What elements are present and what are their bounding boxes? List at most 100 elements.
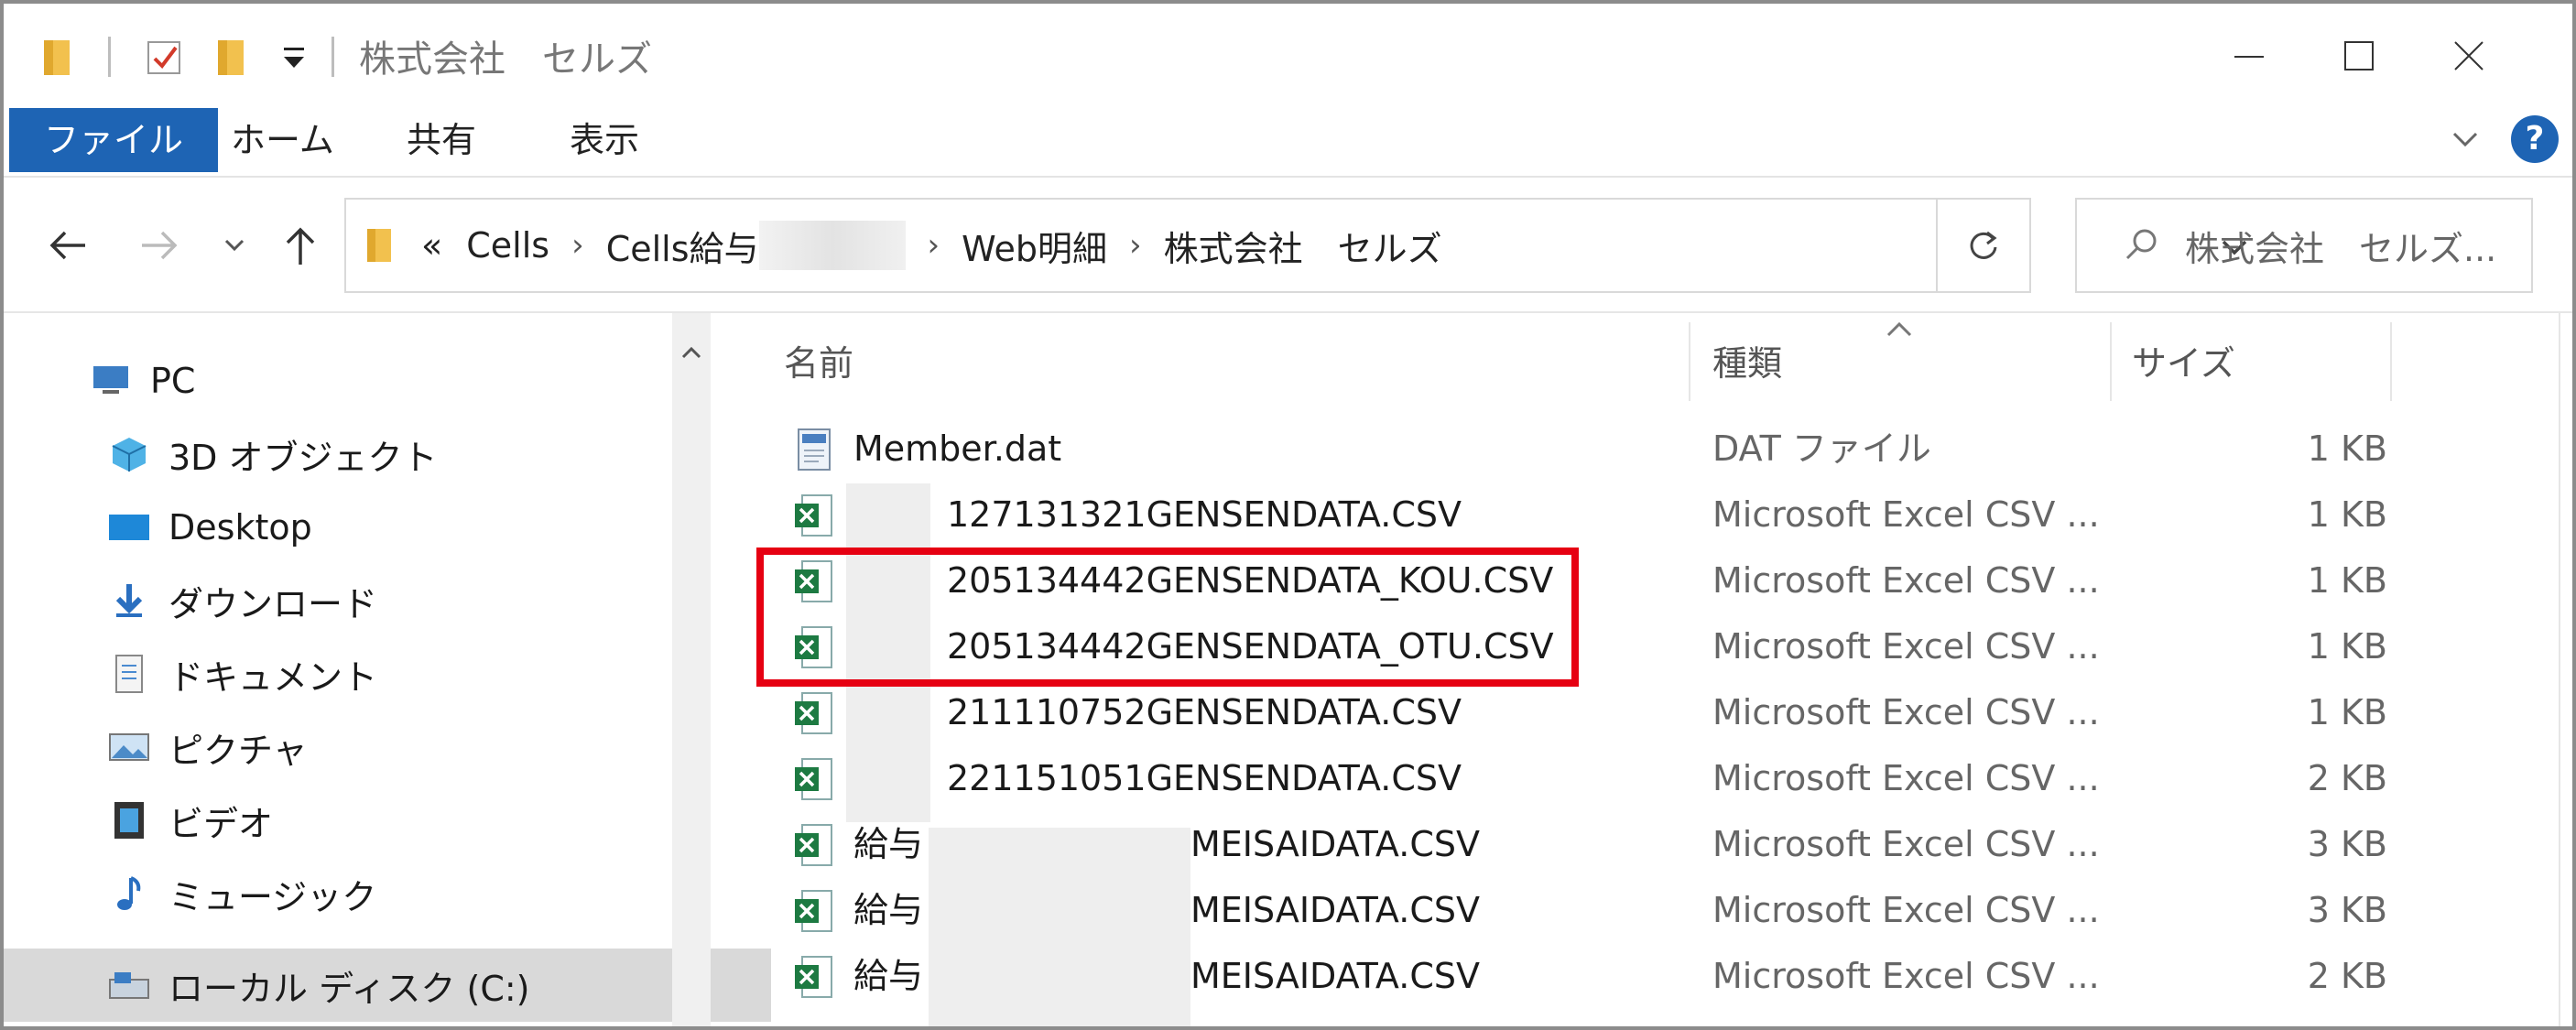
nav-item-desktop[interactable]: Desktop (4, 491, 771, 564)
file-name-suffix: MEISAIDATA.CSV (1190, 890, 1480, 930)
excel-csv-icon (795, 956, 832, 998)
arrow-left-icon (49, 231, 85, 260)
breadcrumb-overflow[interactable]: « (421, 225, 442, 266)
column-header-type[interactable]: 種類 (1712, 313, 1782, 403)
file-size: 1 KB (2307, 560, 2387, 601)
file-name: 211110752GENSENDATA.CSV (947, 692, 1462, 732)
excel-csv-icon (795, 692, 832, 734)
dat-file-icon (798, 428, 831, 471)
breadcrumb-web-meisai[interactable]: Web明細 (962, 221, 1107, 271)
nav-item-pictures[interactable]: ピクチャ (4, 710, 771, 784)
file-type: Microsoft Excel CSV ... (1712, 692, 2100, 732)
desktop-icon (106, 504, 152, 550)
new-folder-icon[interactable] (214, 31, 249, 82)
nav-item-pc[interactable]: PC (4, 344, 753, 417)
scroll-up-icon[interactable] (672, 335, 711, 372)
minimize-button[interactable] (2194, 24, 2304, 88)
nav-item-3d-objects[interactable]: 3D オブジェクト (4, 417, 771, 491)
file-row[interactable]: 211110752GENSENDATA.CSV Microsoft Excel … (711, 679, 2572, 745)
file-type: Microsoft Excel CSV ... (1712, 824, 2100, 864)
search-box[interactable]: 株式会社 セルズ... (2075, 198, 2533, 293)
breadcrumb-separator-icon[interactable]: › (1129, 227, 1142, 264)
file-row[interactable]: 給与 MEISAIDATA.CSV Microsoft Excel CSV ..… (711, 943, 2572, 1009)
column-header-name[interactable]: 名前 (784, 313, 853, 403)
close-icon (2454, 41, 2484, 70)
folder-icon (367, 229, 391, 262)
breadcrumb-separator-icon[interactable]: › (928, 227, 940, 264)
tab-file[interactable]: ファイル (9, 108, 219, 172)
file-type: Microsoft Excel CSV ... (1712, 626, 2100, 667)
breadcrumb-separator-icon[interactable]: › (571, 227, 584, 264)
arrow-right-icon (142, 231, 178, 260)
file-row[interactable]: 給与 MEISAIDATA.CSV Microsoft Excel CSV ..… (711, 877, 2572, 943)
help-button[interactable]: ? (2511, 115, 2559, 163)
document-icon (106, 651, 152, 697)
file-row[interactable]: 127131321GENSENDATA.CSV Microsoft Excel … (711, 482, 2572, 548)
file-name: 221151051GENSENDATA.CSV (947, 758, 1462, 798)
file-type: Microsoft Excel CSV ... (1712, 956, 2100, 996)
navigation-bar: « Cells › Cells給与 › Web明細 › 株式会社 セルズ 株式会… (4, 176, 2572, 313)
download-icon (106, 578, 152, 623)
excel-csv-icon (795, 494, 832, 537)
recent-locations-button[interactable] (207, 218, 262, 273)
expand-ribbon-button[interactable] (2447, 121, 2484, 157)
refresh-icon (1970, 231, 1997, 259)
maximize-icon (2344, 41, 2374, 70)
file-row[interactable]: 給与 MEISAIDATA.CSV Microsoft Excel CSV ..… (711, 811, 2572, 877)
file-size: 2 KB (2307, 956, 2387, 996)
pc-icon (88, 358, 134, 404)
3d-objects-icon (106, 431, 152, 477)
file-size: 1 KB (2307, 428, 2387, 469)
tab-view[interactable]: 表示 (538, 108, 670, 172)
chevron-down-icon (2452, 132, 2478, 147)
pictures-icon (106, 724, 152, 770)
redacted-area (758, 221, 906, 270)
column-header-size[interactable]: サイズ (2132, 313, 2235, 403)
maximize-button[interactable] (2304, 24, 2414, 88)
file-type: DAT ファイル (1712, 428, 1931, 469)
file-name-prefix: 給与 (853, 824, 924, 864)
file-row[interactable]: 221151051GENSENDATA.CSV Microsoft Excel … (711, 745, 2572, 811)
file-name: 127131321GENSENDATA.CSV (947, 494, 1462, 535)
nav-item-downloads[interactable]: ダウンロード (4, 564, 771, 637)
file-name-prefix: 給与 (853, 890, 924, 930)
address-bar[interactable]: « Cells › Cells給与 › Web明細 › 株式会社 セルズ (344, 198, 2247, 293)
back-button[interactable] (40, 218, 95, 273)
file-name-prefix: 給与 (853, 956, 924, 996)
file-type: Microsoft Excel CSV ... (1712, 560, 2100, 601)
search-placeholder: 株式会社 セルズ... (2185, 228, 2497, 269)
navigation-pane-scrollbar[interactable] (672, 313, 711, 1026)
excel-csv-icon (795, 758, 832, 800)
forward-button[interactable] (132, 218, 187, 273)
file-size: 3 KB (2307, 890, 2387, 930)
local-disk-icon (106, 962, 152, 1008)
breadcrumb-cells-kyuyo[interactable]: Cells給与 (606, 221, 759, 271)
tab-share[interactable]: 共有 (375, 108, 507, 172)
file-size: 1 KB (2307, 494, 2387, 535)
file-type: Microsoft Excel CSV ... (1712, 890, 2100, 930)
breadcrumb-cells[interactable]: Cells (466, 225, 549, 266)
nav-item-local-disk[interactable]: ローカル ディスク (C:) (4, 949, 771, 1022)
video-icon (106, 797, 152, 843)
folder-icon (40, 31, 75, 82)
nav-item-music[interactable]: ミュージック (4, 857, 771, 930)
file-row[interactable]: Member.dat DAT ファイル 1 KB (711, 416, 2572, 482)
navigation-pane: PC 3D オブジェクト Desktop ダウンロード ドキュメント ピクチャ … (4, 313, 771, 1026)
tab-home[interactable]: ホーム (200, 108, 365, 172)
highlight-box (756, 548, 1579, 687)
file-size: 1 KB (2307, 692, 2387, 732)
nav-item-videos[interactable]: ビデオ (4, 784, 771, 857)
excel-csv-icon (795, 824, 832, 866)
properties-icon[interactable] (143, 31, 187, 82)
nav-item-documents[interactable]: ドキュメント (4, 637, 771, 710)
refresh-button[interactable] (1938, 198, 2031, 293)
up-button[interactable] (273, 218, 328, 273)
arrow-up-icon (286, 227, 315, 265)
file-name-suffix: MEISAIDATA.CSV (1190, 956, 1480, 996)
close-button[interactable] (2414, 24, 2524, 88)
customize-quick-access-icon[interactable] (278, 31, 310, 82)
breadcrumb-company[interactable]: 株式会社 セルズ (1164, 221, 1442, 271)
minimize-icon (2234, 56, 2264, 58)
file-size: 2 KB (2307, 758, 2387, 798)
title-bar: 株式会社 セルズ (4, 4, 2572, 103)
